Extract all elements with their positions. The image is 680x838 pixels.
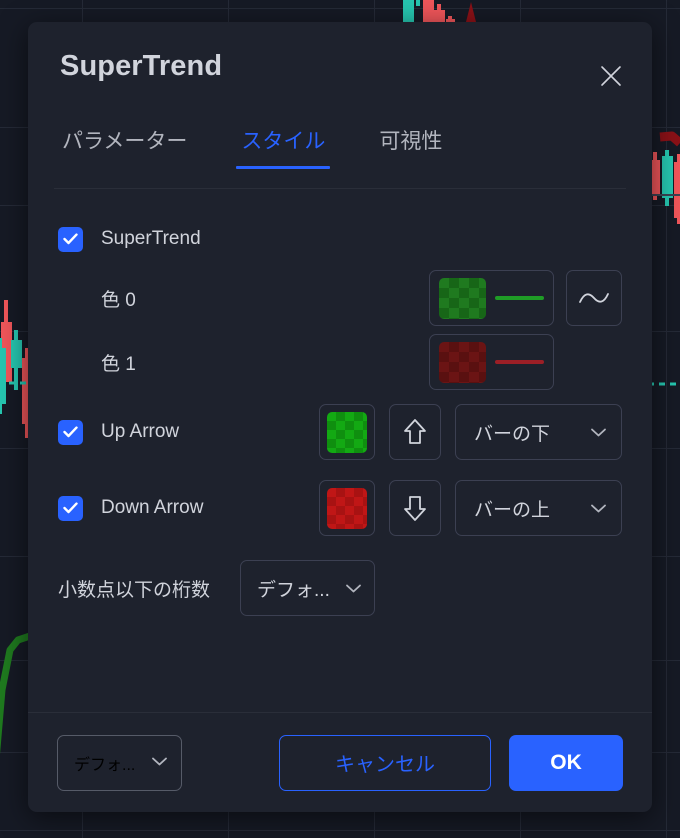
up-arrow-color-picker[interactable] — [319, 404, 375, 460]
down-arrow-label: Down Arrow — [101, 497, 204, 518]
template-select[interactable]: デフォ... — [57, 734, 182, 791]
color-0-line-preview — [495, 296, 544, 300]
wave-line-icon[interactable] — [566, 270, 622, 326]
cancel-button[interactable]: キャンセル — [279, 734, 491, 791]
dialog-header: SuperTrend — [28, 22, 652, 117]
color-0-label: 色 0 — [101, 289, 136, 311]
color-0-picker[interactable] — [429, 270, 554, 326]
supertrend-checkbox[interactable] — [58, 226, 83, 252]
arrow-up-outline-icon[interactable] — [389, 404, 441, 460]
row-precision: 小数点以下の桁数 デフォ... — [58, 554, 622, 622]
color-1-label: 色 1 — [101, 353, 136, 375]
close-icon[interactable] — [593, 58, 629, 94]
up-arrow-label: Up Arrow — [101, 421, 180, 442]
row-up-arrow: Up Arrow バーの下 — [58, 394, 622, 470]
precision-label: 小数点以下の桁数 — [58, 579, 211, 601]
up-arrow-position-value: バーの下 — [474, 423, 551, 445]
supertrend-label: SuperTrend — [101, 228, 201, 249]
supertrend-settings-dialog: SuperTrend パラメーター スタイル 可視性 SuperTrend 色 … — [28, 22, 652, 812]
dialog-title: SuperTrend — [60, 50, 223, 82]
chevron-down-icon — [590, 503, 607, 514]
color-1-swatch[interactable] — [439, 341, 486, 383]
color-0-controls — [429, 270, 622, 326]
dialog-tabs: パラメーター スタイル 可視性 — [28, 117, 652, 190]
tab-parameters[interactable]: パラメーター — [58, 117, 191, 175]
down-arrow-position-select[interactable]: バーの上 — [455, 480, 622, 536]
chevron-down-icon — [345, 583, 362, 594]
tab-visibility[interactable]: 可視性 — [375, 117, 446, 175]
dialog-body: SuperTrend 色 0 色 1 Up Arrow バーの下 Down Ar… — [28, 190, 652, 712]
chevron-down-icon — [590, 427, 607, 438]
tab-style[interactable]: スタイル — [236, 117, 331, 175]
dialog-footer: デフォ... キャンセル OK — [28, 712, 652, 812]
down-arrow-swatch — [327, 487, 367, 529]
arrow-down-outline-icon[interactable] — [389, 480, 441, 536]
down-arrow-checkbox[interactable] — [58, 495, 83, 521]
color-1-picker[interactable] — [429, 334, 554, 390]
down-arrow-color-picker[interactable] — [319, 480, 375, 536]
row-color-1: 色 1 — [58, 330, 622, 394]
chevron-down-icon — [151, 754, 168, 772]
row-color-0: 色 0 — [58, 266, 622, 330]
header-divider — [54, 188, 626, 189]
ok-button[interactable]: OK — [509, 734, 623, 791]
up-arrow-controls: バーの下 — [319, 404, 622, 460]
footer-actions: キャンセル OK — [279, 734, 623, 791]
color-1-line-preview — [495, 360, 544, 364]
down-arrow-position-value: バーの上 — [474, 499, 551, 521]
up-arrow-position-select[interactable]: バーの下 — [455, 404, 622, 460]
color-1-controls — [429, 334, 554, 390]
precision-select[interactable]: デフォ... — [240, 560, 376, 616]
row-down-arrow: Down Arrow バーの上 — [58, 470, 622, 546]
up-arrow-swatch — [327, 411, 367, 453]
template-select-value: デフォ... — [74, 756, 136, 774]
color-0-swatch[interactable] — [439, 277, 486, 319]
down-arrow-controls: バーの上 — [319, 480, 622, 536]
up-arrow-checkbox[interactable] — [58, 419, 83, 445]
row-supertrend: SuperTrend — [58, 216, 622, 262]
precision-value: デフォ... — [257, 579, 330, 601]
